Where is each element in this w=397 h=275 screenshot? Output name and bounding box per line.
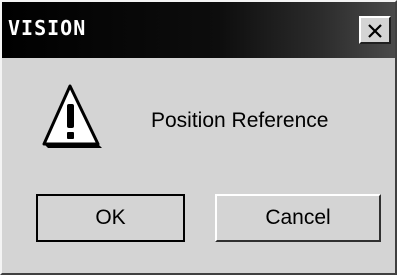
cancel-button-label: Cancel [265, 206, 331, 229]
title-bar[interactable]: VISION [2, 2, 395, 58]
window-title: VISION [8, 16, 87, 40]
close-button[interactable] [359, 16, 391, 44]
dialog-message: Position Reference [151, 109, 329, 132]
ok-button[interactable]: OK [36, 194, 185, 242]
warning-icon [42, 84, 102, 148]
cancel-button[interactable]: Cancel [215, 194, 381, 242]
close-icon [368, 24, 382, 38]
dialog-window: VISION Position Reference OK Cancel [0, 0, 397, 275]
ok-button-label: OK [95, 206, 126, 229]
